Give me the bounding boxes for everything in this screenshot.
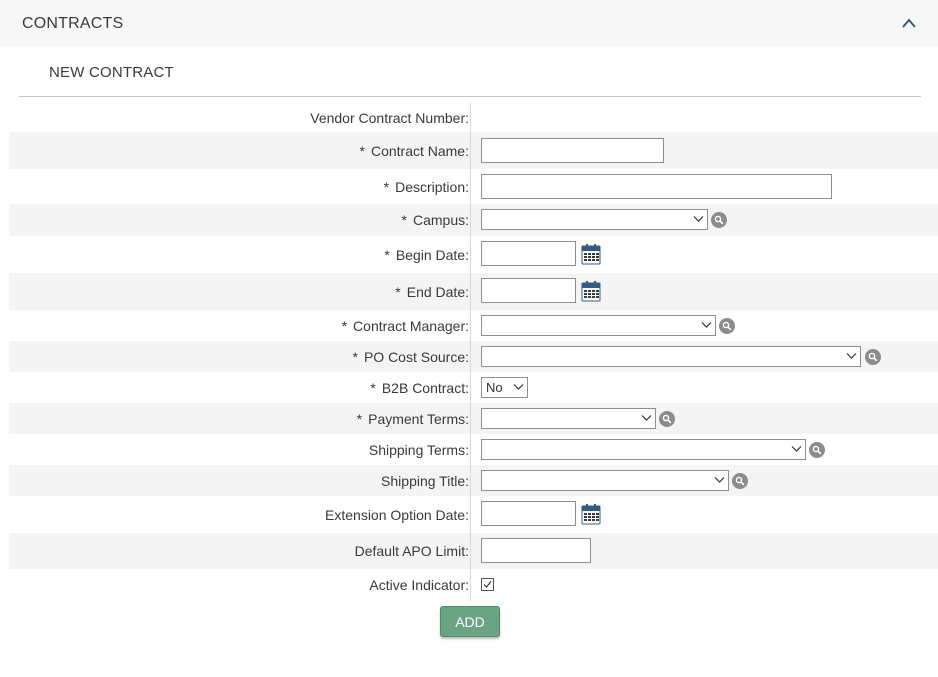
required-marker: * bbox=[395, 283, 401, 300]
contracts-section-header: CONTRACTS bbox=[0, 0, 938, 47]
begin-date-input[interactable] bbox=[481, 241, 576, 266]
row-contract-manager: * Contract Manager: bbox=[9, 310, 938, 341]
checkmark-icon bbox=[483, 581, 492, 588]
contract-manager-search-icon[interactable] bbox=[719, 318, 735, 334]
po-cost-source-search-icon[interactable] bbox=[865, 349, 881, 365]
row-active-indicator: Active Indicator: bbox=[9, 569, 938, 601]
b2b-contract-label: B2B Contract: bbox=[381, 379, 469, 396]
subsection-title: NEW CONTRACT bbox=[49, 64, 174, 81]
chevron-down-icon bbox=[701, 322, 712, 328]
description-input[interactable] bbox=[481, 174, 832, 199]
row-shipping-title: Shipping Title: bbox=[9, 465, 938, 496]
divider bbox=[19, 96, 921, 97]
payment-terms-search-icon[interactable] bbox=[659, 411, 675, 427]
extension-option-date-input[interactable] bbox=[481, 501, 576, 526]
shipping-title-label: Shipping Title: bbox=[381, 472, 469, 489]
campus-label: Campus: bbox=[412, 212, 469, 228]
new-contract-form: Vendor Contract Number: * Contract Name: … bbox=[9, 103, 938, 601]
shipping-terms-label: Shipping Terms: bbox=[368, 441, 469, 458]
row-contract-name: * Contract Name: bbox=[9, 132, 938, 169]
extension-option-date-label: Extension Option Date: bbox=[325, 506, 469, 523]
payment-terms-label: Payment Terms: bbox=[368, 410, 469, 427]
chevron-down-icon bbox=[714, 477, 725, 483]
row-default-apo-limit: Default APO Limit: bbox=[9, 533, 938, 569]
row-po-cost-source: * PO Cost Source: bbox=[9, 341, 938, 372]
chevron-down-icon bbox=[641, 415, 652, 421]
active-indicator-label: Active Indicator: bbox=[369, 577, 469, 593]
row-b2b-contract: * B2B Contract: No bbox=[9, 372, 938, 403]
chevron-down-icon bbox=[513, 384, 524, 390]
required-marker: * bbox=[356, 410, 363, 427]
active-indicator-checkbox[interactable] bbox=[481, 578, 494, 591]
calendar-icon[interactable] bbox=[581, 244, 601, 265]
payment-terms-select[interactable] bbox=[481, 408, 656, 429]
row-campus: * Campus: bbox=[9, 204, 938, 236]
required-marker: * bbox=[384, 246, 390, 263]
row-shipping-terms: Shipping Terms: bbox=[9, 434, 938, 465]
add-button[interactable]: ADD bbox=[440, 606, 500, 637]
required-marker: * bbox=[401, 212, 407, 228]
required-marker: * bbox=[383, 178, 390, 195]
shipping-title-select[interactable] bbox=[481, 470, 729, 491]
chevron-down-icon bbox=[791, 446, 802, 452]
row-description: * Description: bbox=[9, 169, 938, 204]
end-date-input[interactable] bbox=[481, 278, 576, 303]
required-marker: * bbox=[359, 142, 365, 159]
campus-search-icon[interactable] bbox=[711, 212, 727, 228]
required-marker: * bbox=[341, 317, 348, 334]
default-apo-limit-input[interactable] bbox=[481, 538, 591, 563]
vendor-contract-number-label: Vendor Contract Number: bbox=[310, 109, 469, 126]
section-title: CONTRACTS bbox=[22, 15, 124, 32]
contract-name-input[interactable] bbox=[481, 138, 664, 163]
begin-date-label: Begin Date: bbox=[395, 246, 469, 263]
row-payment-terms: * Payment Terms: bbox=[9, 403, 938, 434]
contract-name-label: Contract Name: bbox=[370, 142, 469, 159]
campus-select[interactable] bbox=[481, 209, 708, 230]
required-marker: * bbox=[352, 348, 358, 365]
required-marker: * bbox=[370, 379, 376, 396]
row-begin-date: * Begin Date: bbox=[9, 236, 938, 273]
b2b-contract-select-value: No bbox=[486, 380, 503, 395]
contract-manager-label: Contract Manager: bbox=[353, 317, 469, 334]
b2b-contract-select[interactable]: No bbox=[481, 377, 528, 398]
calendar-icon[interactable] bbox=[581, 281, 601, 302]
chevron-down-icon bbox=[693, 216, 704, 222]
row-vendor-contract-number: Vendor Contract Number: bbox=[9, 103, 938, 132]
po-cost-source-label: PO Cost Source: bbox=[363, 348, 469, 365]
end-date-label: End Date: bbox=[406, 283, 469, 300]
shipping-terms-select[interactable] bbox=[481, 439, 806, 460]
shipping-title-search-icon[interactable] bbox=[732, 473, 748, 489]
chevron-down-icon bbox=[846, 353, 857, 359]
shipping-terms-search-icon[interactable] bbox=[809, 442, 825, 458]
row-end-date: * End Date: bbox=[9, 273, 938, 310]
default-apo-limit-label: Default APO Limit: bbox=[354, 543, 469, 559]
calendar-icon[interactable] bbox=[581, 504, 601, 525]
contract-manager-select[interactable] bbox=[481, 315, 716, 336]
row-extension-option-date: Extension Option Date: bbox=[9, 496, 938, 533]
po-cost-source-select[interactable] bbox=[481, 346, 861, 367]
description-label: Description: bbox=[395, 178, 469, 195]
chevron-up-icon[interactable] bbox=[901, 16, 917, 28]
